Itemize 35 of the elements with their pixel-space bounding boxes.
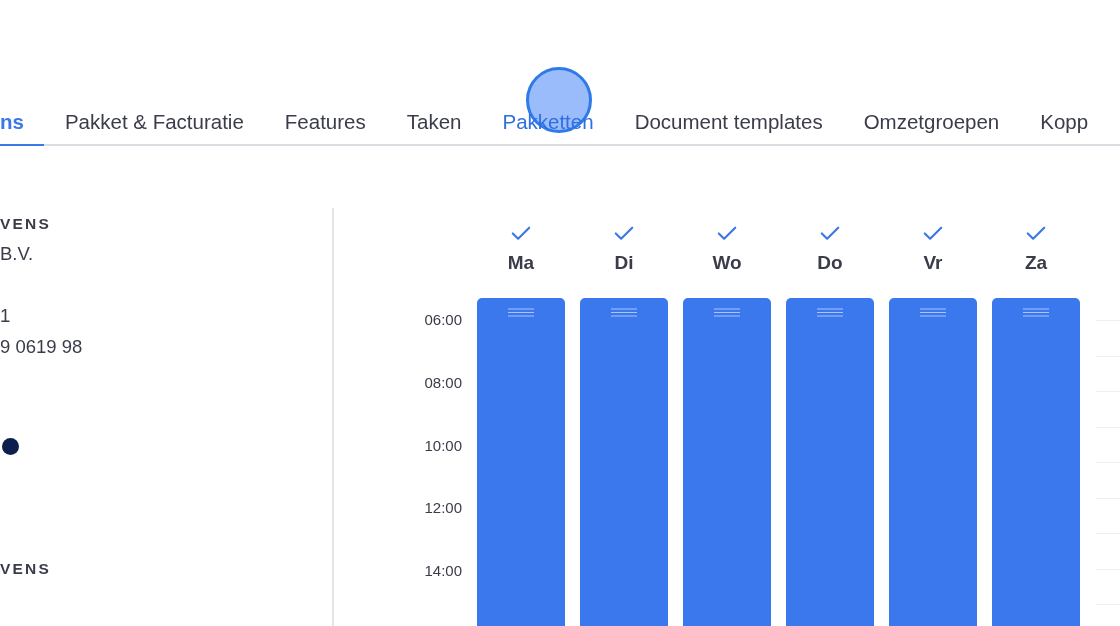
info-text: 1	[0, 304, 12, 328]
day-label: Wo	[712, 250, 742, 275]
tab[interactable]: Pakket & Facturatie	[44, 100, 265, 144]
grip-icon[interactable]	[711, 307, 743, 317]
grip-icon[interactable]	[608, 307, 640, 317]
grip-icon[interactable]	[917, 307, 949, 317]
section-heading: VENS	[0, 214, 52, 234]
check-icon[interactable]	[921, 226, 945, 241]
day-label: Di	[614, 250, 634, 275]
check-icon[interactable]	[715, 226, 739, 241]
tab[interactable]: Document templates	[614, 100, 844, 144]
time-label: 06:00	[424, 311, 462, 328]
time-label: 14:00	[424, 562, 462, 580]
check-icon[interactable]	[818, 226, 842, 241]
day-label: Do	[817, 250, 843, 275]
time-label: 10:00	[424, 436, 462, 454]
tab[interactable]: Omzetgroepen	[843, 100, 1020, 144]
day-label: Ma	[507, 250, 535, 275]
check-icon[interactable]	[1024, 226, 1048, 241]
grip-icon[interactable]	[814, 307, 846, 317]
check-icon[interactable]	[612, 226, 636, 241]
grip-icon[interactable]	[1020, 307, 1052, 317]
tab[interactable]: ns	[0, 100, 45, 144]
grip-icon[interactable]	[505, 307, 537, 317]
time-label: 12:00	[424, 499, 462, 517]
day-label: Vr	[923, 250, 943, 275]
tab[interactable]: Features	[264, 100, 387, 144]
tab[interactable]: Kopp	[1019, 100, 1109, 144]
info-text: 9 0619 98	[0, 335, 84, 359]
check-icon[interactable]	[509, 226, 533, 241]
day-label: Za	[1024, 250, 1048, 275]
time-label: 08:00	[424, 373, 462, 391]
tab[interactable]: Taken	[386, 100, 482, 144]
section-heading: VENS	[0, 559, 52, 579]
info-text: B.V.	[0, 242, 35, 266]
